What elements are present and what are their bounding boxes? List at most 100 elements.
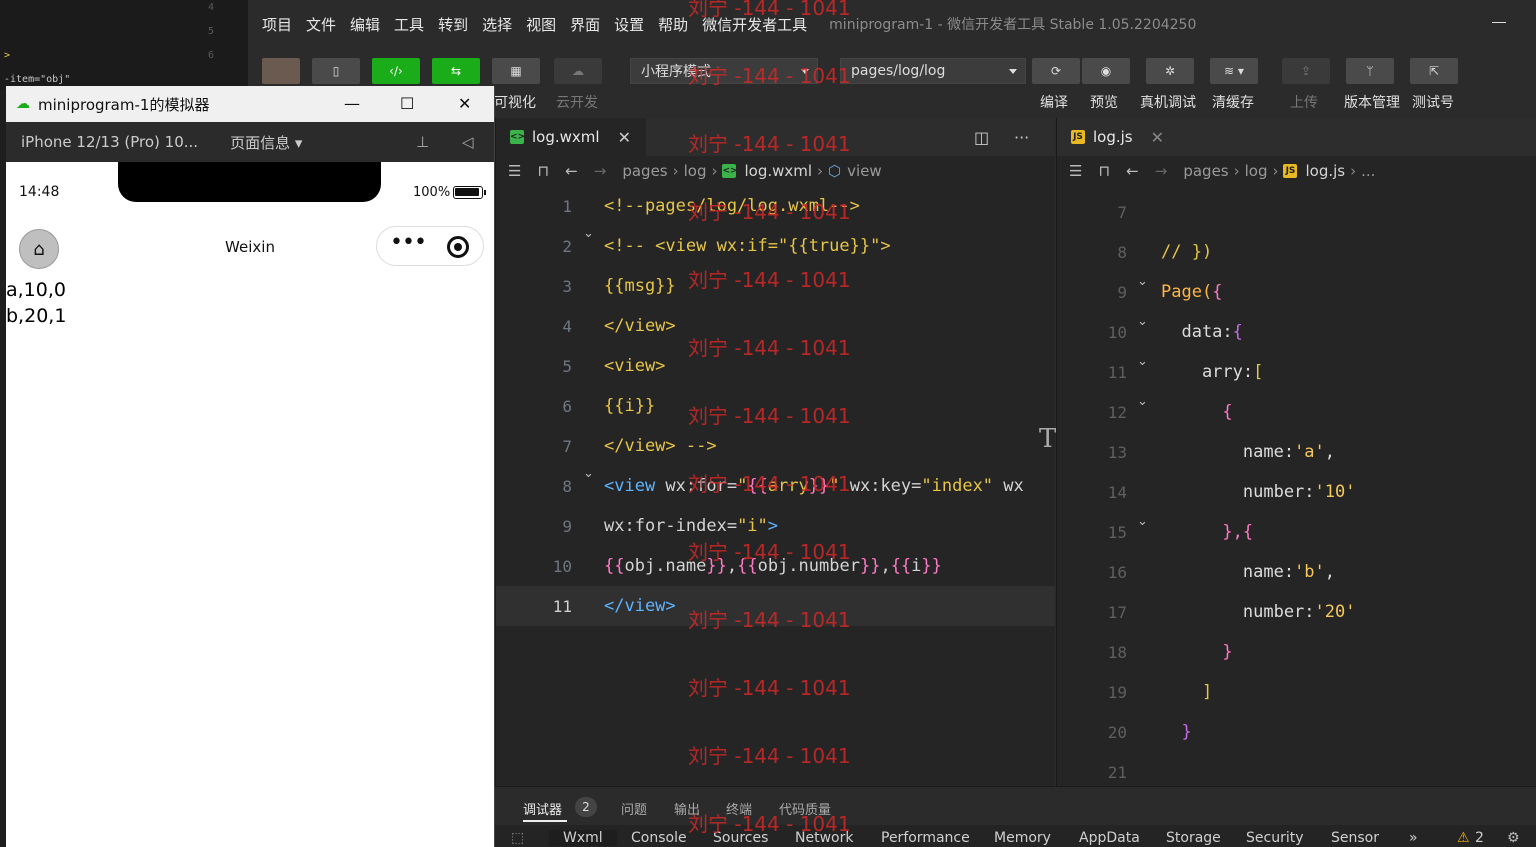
- fold-chevron-icon[interactable]: ⌄: [1137, 514, 1148, 529]
- fold-chevron-icon[interactable]: ⌄: [1137, 274, 1148, 289]
- bookmark-icon[interactable]: ⊓: [537, 162, 549, 180]
- bookmark-icon[interactable]: ⊓: [1098, 162, 1110, 180]
- code-line[interactable]: 11 </view>: [496, 586, 1055, 626]
- minimize-icon[interactable]: —: [344, 94, 360, 113]
- code-line[interactable]: 19 ]: [1057, 672, 1536, 712]
- back-arrow-icon[interactable]: ←: [565, 162, 578, 180]
- code-line[interactable]: 10 {{obj.name}},{{obj.number}},{{i}}: [496, 546, 1055, 586]
- fold-chevron-icon[interactable]: ⌄: [583, 226, 594, 241]
- code-line[interactable]: 7 </view> -->: [496, 426, 1055, 466]
- forward-arrow-icon[interactable]: →: [1155, 162, 1168, 180]
- simulator-toggle-button[interactable]: ▯: [312, 58, 360, 84]
- pin-icon[interactable]: ⊥: [416, 133, 429, 151]
- breadcrumb-item[interactable]: log.js: [1305, 162, 1345, 180]
- code-line[interactable]: 15 },{: [1057, 512, 1536, 552]
- remote-debug-button[interactable]: ✲: [1146, 58, 1194, 84]
- page-info-select[interactable]: 页面信息 ▾: [230, 132, 302, 153]
- visual-button[interactable]: ▦: [492, 58, 540, 84]
- code-line[interactable]: 3 {{msg}}: [496, 266, 1055, 306]
- more-tabs-icon[interactable]: »: [1409, 830, 1418, 846]
- code-line[interactable]: 4 </view>: [496, 306, 1055, 346]
- code-line[interactable]: 20 }: [1057, 712, 1536, 752]
- tab-debugger[interactable]: 调试器: [523, 799, 562, 818]
- fold-chevron-icon[interactable]: ⌄: [583, 466, 594, 481]
- tab-network[interactable]: Network: [795, 830, 853, 846]
- breadcrumb-item[interactable]: log: [1245, 162, 1268, 180]
- code-line[interactable]: 10 data:{: [1057, 312, 1536, 352]
- inspect-icon[interactable]: ⬚: [511, 830, 524, 846]
- tab-console[interactable]: Console: [631, 830, 687, 846]
- close-icon[interactable]: ✕: [618, 128, 631, 147]
- code-line[interactable]: 17 number:'20': [1057, 592, 1536, 632]
- tab-appdata[interactable]: AppData: [1079, 830, 1140, 846]
- code-line[interactable]: 9 Page({: [1057, 272, 1536, 312]
- close-icon[interactable]: ✕: [1151, 128, 1164, 147]
- split-editor-icon[interactable]: ◫: [974, 128, 989, 147]
- menu-edit[interactable]: 编辑: [350, 14, 380, 35]
- tab-sensor[interactable]: Sensor: [1331, 830, 1379, 846]
- code-area[interactable]: 7 8// }) 9 Page({10 data:{11 arry:[12 {13 n…: [1057, 192, 1536, 786]
- menu-interface[interactable]: 界面: [570, 14, 600, 35]
- code-line[interactable]: 9 wx:for-index="i">: [496, 506, 1055, 546]
- breadcrumb-item[interactable]: ...: [1361, 162, 1375, 180]
- breadcrumb-item[interactable]: pages: [1183, 162, 1228, 180]
- compile-button[interactable]: ⟳: [1032, 58, 1080, 84]
- forward-arrow-icon[interactable]: →: [594, 162, 607, 180]
- menu-view[interactable]: 视图: [526, 14, 556, 35]
- code-line[interactable]: 13 name:'a',: [1057, 432, 1536, 472]
- tab-log-js[interactable]: JS log.js ✕: [1057, 118, 1189, 156]
- page-select[interactable]: pages/log/log: [840, 58, 1026, 84]
- menu-help[interactable]: 帮助: [658, 14, 688, 35]
- menu-goto[interactable]: 转到: [438, 14, 468, 35]
- more-icon[interactable]: •••: [390, 230, 427, 255]
- menu-wechat-devtools[interactable]: 微信开发者工具: [702, 14, 807, 35]
- test-account-button[interactable]: ⇱: [1410, 58, 1458, 84]
- gear-icon[interactable]: ⚙: [1507, 830, 1520, 846]
- breadcrumb-item[interactable]: pages: [622, 162, 667, 180]
- menu-settings[interactable]: 设置: [614, 14, 644, 35]
- exit-icon[interactable]: [447, 236, 469, 258]
- code-line[interactable]: 1 <!--pages/log/log.wxml-->: [496, 186, 1055, 226]
- tab-storage[interactable]: Storage: [1166, 830, 1221, 846]
- cloud-button[interactable]: ☁: [554, 58, 602, 84]
- code-line[interactable]: 16 name:'b',: [1057, 552, 1536, 592]
- menu-tools[interactable]: 工具: [394, 14, 424, 35]
- minimize-button[interactable]: [1492, 14, 1506, 28]
- mode-select[interactable]: 小程序模式: [630, 58, 818, 84]
- tab-performance[interactable]: Performance: [881, 830, 970, 846]
- tab-wxml[interactable]: Wxml: [549, 830, 617, 846]
- editor-toggle-button[interactable]: ‹/›: [372, 58, 420, 84]
- code-line[interactable]: 2 <!-- <view wx:if="{{true}}">: [496, 226, 1055, 266]
- clear-cache-button[interactable]: ≋ ▾: [1210, 58, 1258, 84]
- more-icon[interactable]: ···: [1014, 128, 1029, 147]
- fold-chevron-icon[interactable]: ⌄: [1137, 314, 1148, 329]
- preview-button[interactable]: ◉: [1082, 58, 1130, 84]
- tab-code-quality[interactable]: 代码质量: [779, 799, 831, 818]
- speaker-icon[interactable]: ◁: [462, 133, 474, 151]
- menu-project[interactable]: 项目: [262, 14, 292, 35]
- close-icon[interactable]: ✕: [458, 94, 471, 113]
- code-line[interactable]: 18 }: [1057, 632, 1536, 672]
- code-line[interactable]: 7: [1057, 192, 1536, 232]
- list-icon[interactable]: ☰: [1069, 162, 1082, 180]
- version-button[interactable]: ᛘ: [1346, 58, 1394, 84]
- breadcrumb-item[interactable]: log.wxml: [744, 162, 812, 180]
- debugger-toggle-button[interactable]: ⇆: [432, 58, 480, 84]
- fold-chevron-icon[interactable]: ⌄: [1137, 354, 1148, 369]
- back-arrow-icon[interactable]: ←: [1126, 162, 1139, 180]
- tab-output[interactable]: 输出: [674, 799, 700, 818]
- code-line[interactable]: 5 <view>: [496, 346, 1055, 386]
- code-line[interactable]: 12 {: [1057, 392, 1536, 432]
- code-area[interactable]: 1 <!--pages/log/log.wxml--> 2 <!-- <view wx…: [496, 186, 1055, 786]
- maximize-icon[interactable]: ☐: [400, 94, 414, 113]
- upload-button[interactable]: ⇪: [1282, 58, 1330, 84]
- code-line[interactable]: 6 {{i}}: [496, 386, 1055, 426]
- tab-problems[interactable]: 问题: [621, 799, 647, 818]
- warning-icon[interactable]: ⚠: [1457, 830, 1470, 846]
- code-line[interactable]: 11 arry:[: [1057, 352, 1536, 392]
- fold-chevron-icon[interactable]: ⌄: [1137, 394, 1148, 409]
- code-line[interactable]: 8 // }): [1057, 232, 1536, 272]
- code-line[interactable]: 8 <view wx:for="{{arry}}" wx:key="index" …: [496, 466, 1055, 506]
- tab-security[interactable]: Security: [1246, 830, 1304, 846]
- tab-terminal[interactable]: 终端: [726, 799, 752, 818]
